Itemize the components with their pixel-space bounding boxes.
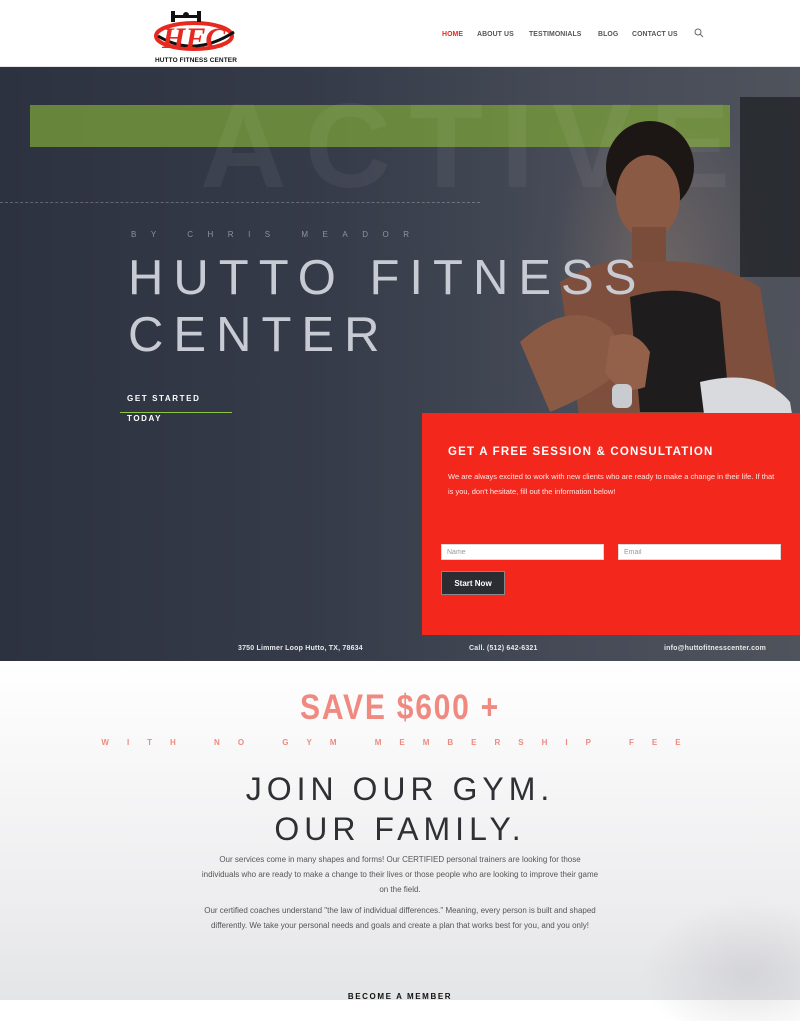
nav-about-us[interactable]: ABOUT US bbox=[477, 29, 514, 38]
get-started-button[interactable]: GET STARTED TODAY bbox=[120, 389, 232, 423]
search-icon[interactable] bbox=[694, 28, 704, 38]
join-title-line-2: OUR FAMILY. bbox=[274, 811, 526, 847]
join-title-line-1: JOIN OUR GYM. bbox=[245, 771, 555, 807]
form-title: GET A FREE SESSION & CONSULTATION bbox=[448, 446, 714, 458]
name-input[interactable] bbox=[441, 544, 604, 560]
nav-home[interactable]: HOME bbox=[442, 29, 463, 38]
promo-headline: SAVE $600 + bbox=[300, 688, 500, 727]
section-background bbox=[640, 901, 800, 1021]
site-header: HFC HUTTO FITNESS CENTER HOME ABOUT US T… bbox=[0, 0, 800, 67]
site-logo[interactable]: HFC HUTTO FITNESS CENTER bbox=[154, 6, 238, 64]
form-description: We are always excited to work with new c… bbox=[448, 472, 775, 496]
contact-email[interactable]: info@huttofitnesscenter.com bbox=[664, 645, 766, 652]
hero-title: HUTTO FITNESS CENTER bbox=[128, 250, 646, 364]
contact-phone[interactable]: Call. (512) 642-6321 bbox=[469, 645, 538, 652]
membership-section: SAVE $600 + WITH NO GYM MEMBERSHIP FEE J… bbox=[0, 661, 800, 1021]
coaches-paragraph: Our certified coaches understand "the la… bbox=[204, 906, 596, 930]
nav-testimonials[interactable]: TESTIMONIALS bbox=[529, 29, 581, 38]
main-nav: HOME ABOUT US TESTIMONIALS BLOG CONTACT … bbox=[442, 28, 704, 38]
logo-subtitle: HUTTO FITNESS CENTER bbox=[154, 57, 238, 64]
join-title: JOIN OUR GYM. OUR FAMILY. bbox=[0, 769, 800, 849]
svg-text:HFC: HFC bbox=[161, 22, 226, 55]
nav-contact-us[interactable]: CONTACT US bbox=[632, 29, 678, 38]
hero-byline: BY CHRIS MEADOR bbox=[131, 230, 424, 239]
start-now-button[interactable]: Start Now bbox=[441, 571, 505, 595]
consultation-form: GET A FREE SESSION & CONSULTATION We are… bbox=[422, 413, 800, 635]
contact-address: 3750 Limmer Loop Hutto, TX, 78634 bbox=[238, 645, 363, 652]
email-input[interactable] bbox=[618, 544, 781, 560]
nav-blog[interactable]: BLOG bbox=[598, 29, 618, 38]
hero-title-line-2: CENTER bbox=[128, 308, 390, 362]
promo-subline: WITH NO GYM MEMBERSHIP FEE bbox=[101, 738, 699, 747]
hero-title-line-1: HUTTO FITNESS bbox=[128, 251, 647, 305]
services-paragraph: Our services come in many shapes and for… bbox=[201, 855, 599, 894]
hero-divider bbox=[0, 202, 480, 203]
logo-mark-icon: HFC bbox=[154, 11, 235, 55]
